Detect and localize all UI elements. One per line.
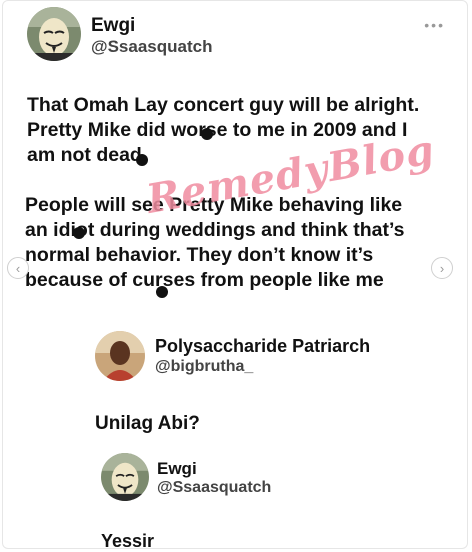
reply-text: Unilag Abi? — [95, 413, 200, 434]
more-dots-icon[interactable]: ••• — [424, 17, 445, 33]
chevron-right-icon[interactable]: › — [431, 257, 453, 279]
tweet-text-paragraph-2: People will see Pretty Mike behaving lik… — [25, 194, 405, 291]
censor-blot — [136, 154, 148, 166]
censor-blot — [201, 128, 213, 140]
author-handle[interactable]: @Ssaasquatch — [157, 479, 271, 497]
author-name[interactable]: Polysaccharide Patriarch — [155, 336, 370, 357]
censor-blot — [73, 227, 85, 239]
avatar-bigbrutha[interactable] — [95, 331, 145, 381]
avatar-ewgi[interactable] — [101, 453, 149, 501]
censor-blot — [156, 286, 168, 298]
author-handle[interactable]: @Ssaasquatch — [91, 37, 212, 57]
post-card: Ewgi @Ssaasquatch ••• That Omah Lay conc… — [2, 0, 468, 551]
author-name[interactable]: Ewgi — [91, 15, 135, 37]
author-handle[interactable]: @bigbrutha_ — [155, 358, 253, 376]
chevron-left-icon[interactable]: ‹ — [7, 257, 29, 279]
avatar-ewgi[interactable] — [27, 7, 81, 61]
author-name[interactable]: Ewgi — [157, 459, 197, 479]
